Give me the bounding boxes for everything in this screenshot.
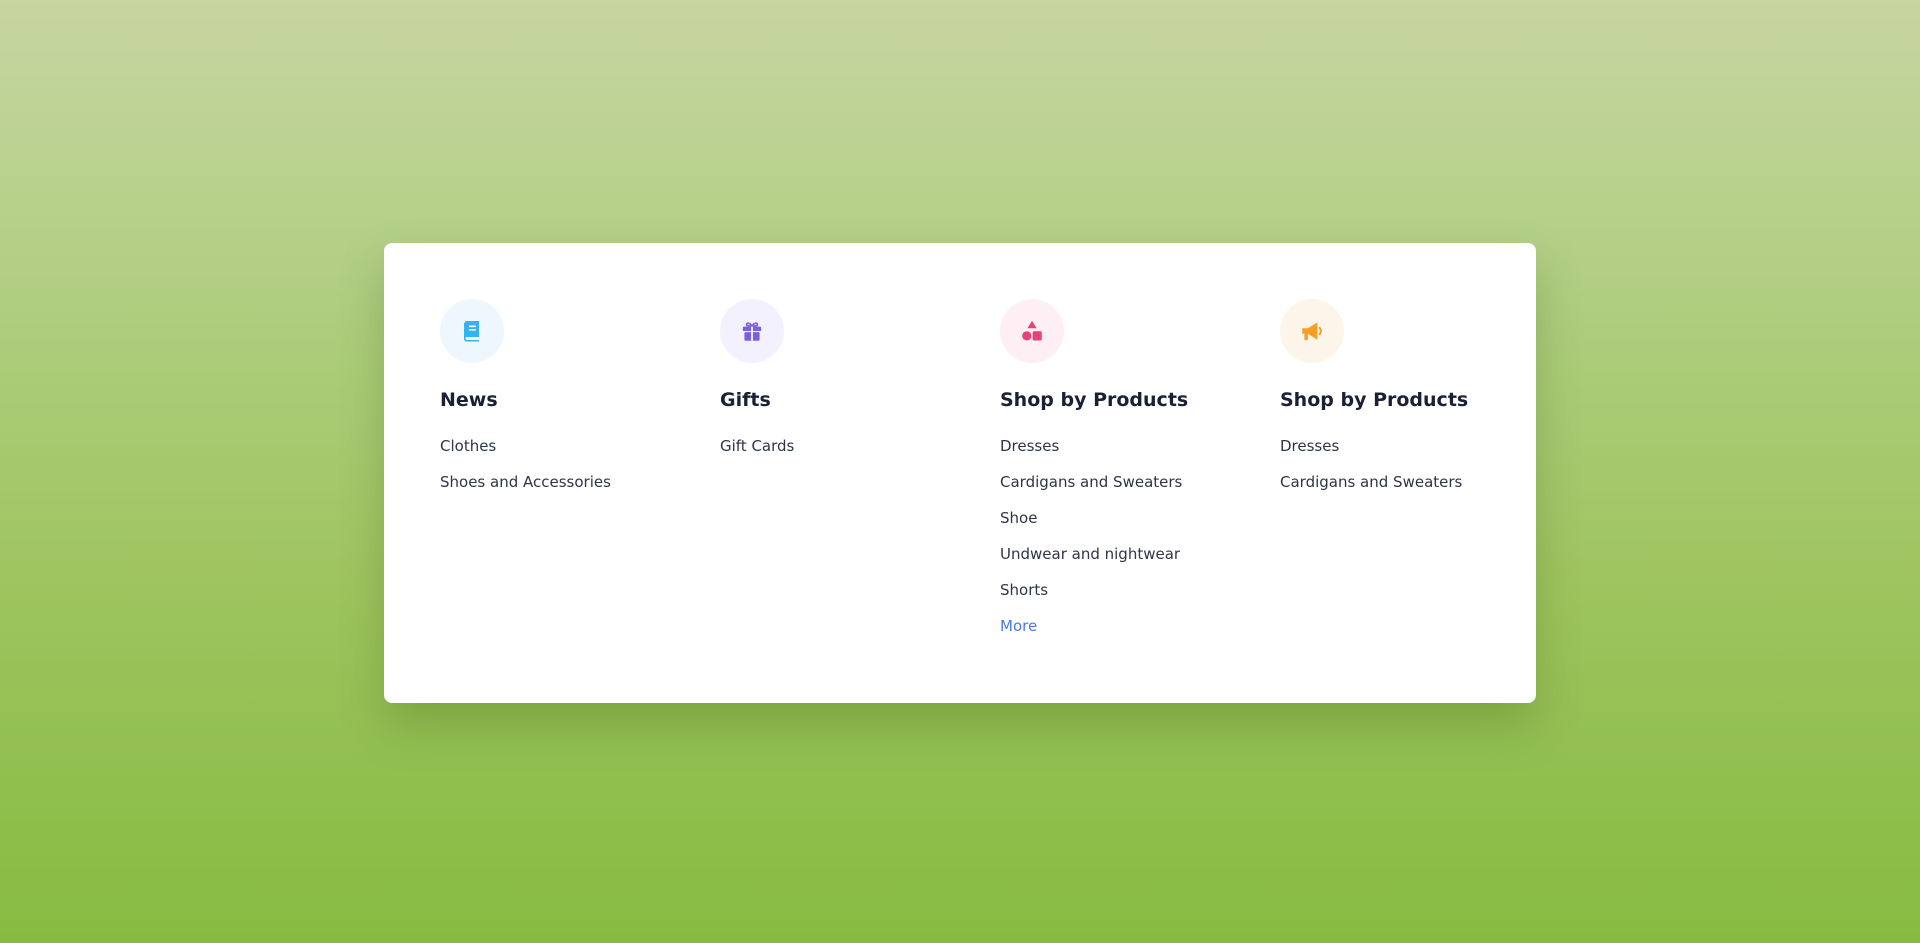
list-item: Undwear and nightwear — [1000, 536, 1280, 572]
menu-link-dresses[interactable]: Dresses — [1000, 437, 1059, 455]
menu-link-gift-cards[interactable]: Gift Cards — [720, 437, 794, 455]
column-title: Shop by Products — [1280, 389, 1469, 411]
menu-link-shoe[interactable]: Shoe — [1000, 509, 1037, 527]
mega-menu-panel: News Clothes Shoes and Accessories Gifts… — [384, 243, 1536, 703]
menu-column-news: News Clothes Shoes and Accessories — [440, 299, 720, 703]
list-item: Dresses — [1000, 428, 1280, 464]
more-link[interactable]: More — [1000, 617, 1037, 635]
products-icon-badge — [1000, 299, 1064, 363]
link-list: Dresses Cardigans and Sweaters Shoe Undw… — [1000, 428, 1280, 644]
book-icon — [464, 321, 479, 342]
list-item: Cardigans and Sweaters — [1000, 464, 1280, 500]
news-icon-badge — [440, 299, 504, 363]
link-list: Dresses Cardigans and Sweaters — [1280, 428, 1560, 500]
menu-column-shop-by-products-2: Shop by Products Dresses Cardigans and S… — [1280, 299, 1560, 703]
column-title: Gifts — [720, 389, 771, 411]
list-item: Clothes — [440, 428, 720, 464]
gift-icon — [742, 322, 762, 341]
menu-link-dresses[interactable]: Dresses — [1280, 437, 1339, 455]
gifts-icon-badge — [720, 299, 784, 363]
menu-link-cardigans-and-sweaters[interactable]: Cardigans and Sweaters — [1000, 473, 1182, 491]
menu-column-gifts: Gifts Gift Cards — [720, 299, 1000, 703]
megaphone-icon — [1302, 322, 1322, 341]
list-item: More — [1000, 608, 1280, 644]
list-item: Shoe — [1000, 500, 1280, 536]
list-item: Shoes and Accessories — [440, 464, 720, 500]
column-title: Shop by Products — [1000, 389, 1189, 411]
menu-column-shop-by-products: Shop by Products Dresses Cardigans and S… — [1000, 299, 1280, 703]
column-title: News — [440, 389, 498, 411]
promo-icon-badge — [1280, 299, 1344, 363]
menu-link-shorts[interactable]: Shorts — [1000, 581, 1048, 599]
link-list: Gift Cards — [720, 428, 1000, 464]
list-item: Gift Cards — [720, 428, 1000, 464]
menu-link-underwear-and-nightwear[interactable]: Undwear and nightwear — [1000, 545, 1180, 563]
list-item: Shorts — [1000, 572, 1280, 608]
menu-link-shoes-and-accessories[interactable]: Shoes and Accessories — [440, 473, 611, 491]
list-item: Cardigans and Sweaters — [1280, 464, 1560, 500]
list-item: Dresses — [1280, 428, 1560, 464]
link-list: Clothes Shoes and Accessories — [440, 428, 720, 500]
shapes-icon — [1022, 320, 1042, 341]
menu-link-clothes[interactable]: Clothes — [440, 437, 496, 455]
menu-link-cardigans-and-sweaters[interactable]: Cardigans and Sweaters — [1280, 473, 1462, 491]
